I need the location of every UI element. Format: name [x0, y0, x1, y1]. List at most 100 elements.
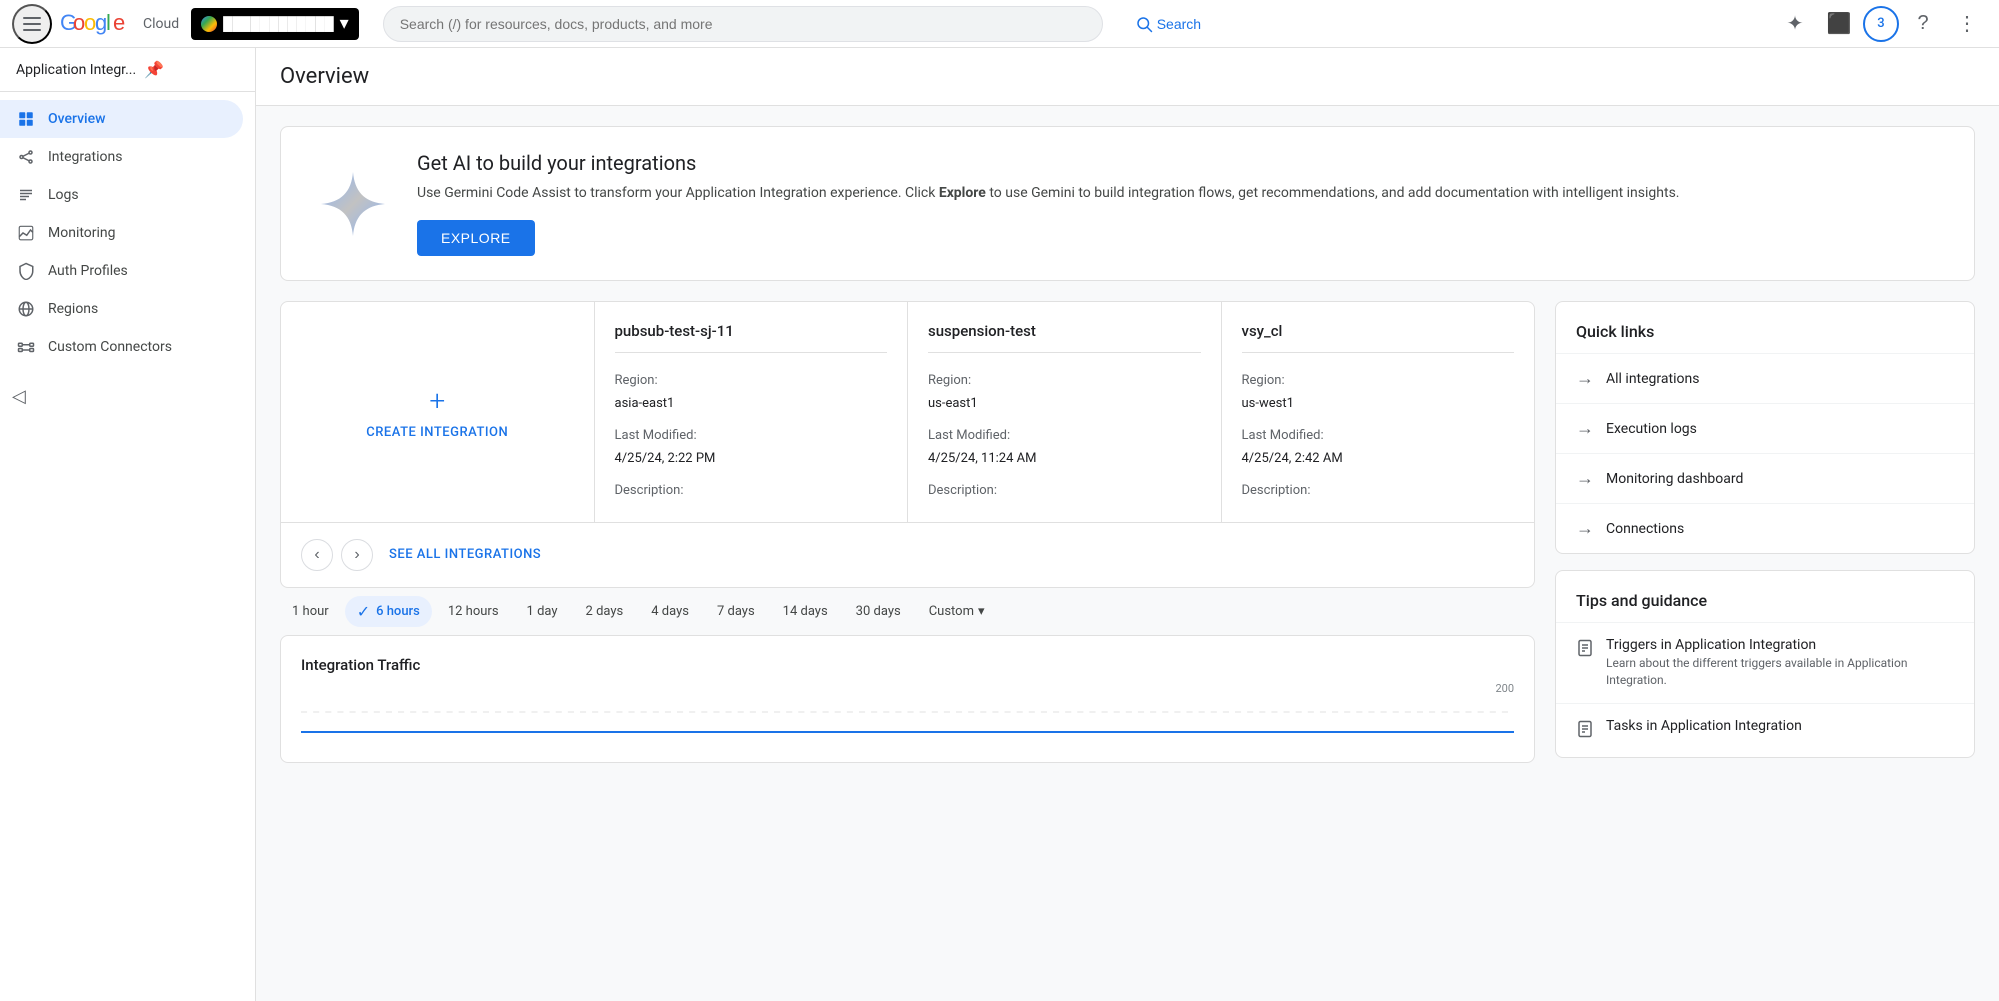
search-button[interactable]: Search: [1127, 15, 1209, 33]
tip-desc-triggers: Learn about the different triggers avail…: [1606, 655, 1954, 689]
main-content: Overview: [256, 48, 1999, 1001]
project-selector[interactable]: ████████████ ▾: [191, 8, 359, 40]
sidebar-item-label-logs: Logs: [48, 187, 79, 203]
chart-y-label: 200: [1495, 682, 1514, 695]
sidebar-item-regions[interactable]: Regions: [0, 290, 243, 328]
ai-banner-bold: Explore: [939, 185, 986, 201]
quick-links-section: Quick links → All integrations → Executi…: [1555, 301, 1975, 554]
time-chip-14d[interactable]: 14 days: [771, 598, 840, 625]
quick-link-all-integrations[interactable]: → All integrations: [1556, 353, 1974, 403]
prev-page-button[interactable]: ‹: [301, 539, 333, 571]
quick-link-connections[interactable]: → Connections: [1556, 503, 1974, 553]
sidebar-item-label-regions: Regions: [48, 301, 98, 317]
tip-content-tasks: Tasks in Application Integration: [1606, 718, 1802, 734]
sidebar-item-connectors[interactable]: Custom Connectors: [0, 328, 243, 366]
project-name: ████████████: [223, 16, 334, 32]
sidebar-item-label-auth: Auth Profiles: [48, 263, 128, 279]
topbar: G o o g l e Cloud ████████████ ▾ Search …: [0, 0, 1999, 48]
integrations-icon: [16, 148, 36, 166]
sidebar-item-integrations[interactable]: Integrations: [0, 138, 243, 176]
quick-link-label-connections: Connections: [1606, 521, 1684, 537]
integrations-section: + CREATE INTEGRATION pubsub-test-sj-11 R…: [280, 301, 1535, 588]
custom-dropdown-icon: ▾: [978, 604, 985, 619]
time-chip-30d[interactable]: 30 days: [844, 598, 913, 625]
create-integration-card[interactable]: + CREATE INTEGRATION: [281, 302, 595, 522]
more-menu-button[interactable]: ⋮: [1947, 4, 1987, 44]
integration-card-vsy[interactable]: vsy_cl Region: us-west1 Last Modified: 4…: [1222, 302, 1535, 522]
sidebar-title: Application Integr...: [16, 62, 136, 78]
traffic-title: Integration Traffic: [301, 656, 1514, 674]
sidebar-item-label-monitoring: Monitoring: [48, 225, 116, 241]
logs-icon: [16, 186, 36, 204]
integration-name-vsy: vsy_cl: [1242, 322, 1515, 353]
hamburger-icon: [23, 17, 41, 31]
chart-area: 200: [301, 682, 1514, 742]
time-chip-7d[interactable]: 7 days: [705, 598, 767, 625]
explore-button[interactable]: EXPLORE: [417, 220, 535, 256]
arrow-right-icon: →: [1576, 368, 1594, 389]
integration-meta-pubsub: Region: asia-east1 Last Modified: 4/25/2…: [615, 369, 888, 502]
sidebar-item-auth[interactable]: Auth Profiles: [0, 252, 243, 290]
connectors-icon: [16, 338, 36, 356]
document-icon-triggers: [1576, 639, 1594, 662]
search-input[interactable]: [383, 6, 1103, 42]
integration-card-pubsub[interactable]: pubsub-test-sj-11 Region: asia-east1 Las…: [595, 302, 909, 522]
quick-link-label-all: All integrations: [1606, 371, 1699, 387]
sidebar-item-label-connectors: Custom Connectors: [48, 339, 172, 355]
search-icon: [1135, 15, 1153, 33]
sidebar-item-overview[interactable]: Overview: [0, 100, 243, 138]
project-dropdown-icon: ▾: [340, 13, 349, 34]
time-chip-4d[interactable]: 4 days: [639, 598, 701, 625]
sidebar-item-monitoring[interactable]: Monitoring: [0, 214, 243, 252]
integrations-cards: + CREATE INTEGRATION pubsub-test-sj-11 R…: [281, 302, 1534, 522]
quick-link-monitoring-dashboard[interactable]: → Monitoring dashboard: [1556, 453, 1974, 503]
document-icon-tasks: [1576, 720, 1594, 743]
page-title: Overview: [256, 48, 1999, 106]
bookmark-button[interactable]: ✦: [1775, 4, 1815, 44]
monitoring-icon: [16, 224, 36, 242]
next-page-button[interactable]: ›: [341, 539, 373, 571]
terminal-button[interactable]: ⬛: [1819, 4, 1859, 44]
quick-link-execution-logs[interactable]: → Execution logs: [1556, 403, 1974, 453]
sidebar-nav: Overview Integrations Logs: [0, 92, 255, 374]
tip-content-triggers: Triggers in Application Integration Lear…: [1606, 637, 1954, 689]
create-plus-icon: +: [429, 384, 445, 417]
collapse-sidebar-button[interactable]: ◁: [4, 382, 34, 411]
time-chip-1d[interactable]: 1 day: [515, 598, 570, 625]
pagination-row: ‹ › SEE ALL INTEGRATIONS: [281, 522, 1534, 587]
time-filter: 1 hour ✓ 6 hours 12 hours 1 day 2 days 4…: [280, 588, 1535, 635]
time-chip-custom-label: Custom: [929, 604, 974, 619]
traffic-chart-svg: [301, 682, 1514, 742]
time-chip-custom[interactable]: Custom ▾: [917, 598, 997, 625]
see-all-integrations-link[interactable]: SEE ALL INTEGRATIONS: [389, 547, 541, 562]
time-chip-12h[interactable]: 12 hours: [436, 598, 511, 625]
search-button-label: Search: [1157, 16, 1201, 32]
ai-banner: Get AI to build your integrations Use Ge…: [280, 126, 1975, 281]
integration-name-pubsub: pubsub-test-sj-11: [615, 322, 888, 353]
sidebar: Application Integr... 📌 Overview Integra…: [0, 48, 256, 1001]
traffic-section: Integration Traffic 200: [280, 635, 1535, 763]
time-chip-6h[interactable]: ✓ 6 hours: [345, 596, 432, 627]
arrow-right-icon-logs: →: [1576, 418, 1594, 439]
tip-title-tasks: Tasks in Application Integration: [1606, 718, 1802, 734]
main-layout: Application Integr... 📌 Overview Integra…: [0, 48, 1999, 1001]
time-chip-2d[interactable]: 2 days: [574, 598, 636, 625]
notification-button[interactable]: 3: [1863, 6, 1899, 42]
integration-card-suspension[interactable]: suspension-test Region: us-east1 Last Mo…: [908, 302, 1222, 522]
tip-item-tasks[interactable]: Tasks in Application Integration: [1556, 703, 1974, 757]
quick-link-label-monitoring: Monitoring dashboard: [1606, 471, 1743, 487]
help-button[interactable]: ?: [1903, 4, 1943, 44]
check-icon: ✓: [357, 602, 370, 621]
topbar-right: ✦ ⬛ 3 ? ⋮: [1775, 4, 1987, 44]
main-content-row: + CREATE INTEGRATION pubsub-test-sj-11 R…: [280, 301, 1975, 763]
ai-banner-title: Get AI to build your integrations: [417, 151, 1942, 175]
hamburger-menu-button[interactable]: [12, 4, 52, 44]
search-bar-container: [383, 6, 1103, 42]
google-cloud-logo: G o o g l e Cloud: [60, 12, 179, 36]
integration-meta-vsy: Region: us-west1 Last Modified: 4/25/24,…: [1242, 369, 1515, 502]
arrow-right-icon-monitoring: →: [1576, 468, 1594, 489]
sidebar-item-logs[interactable]: Logs: [0, 176, 243, 214]
tip-item-triggers[interactable]: Triggers in Application Integration Lear…: [1556, 622, 1974, 703]
time-chip-1h[interactable]: 1 hour: [280, 598, 341, 625]
quick-link-label-logs: Execution logs: [1606, 421, 1697, 437]
